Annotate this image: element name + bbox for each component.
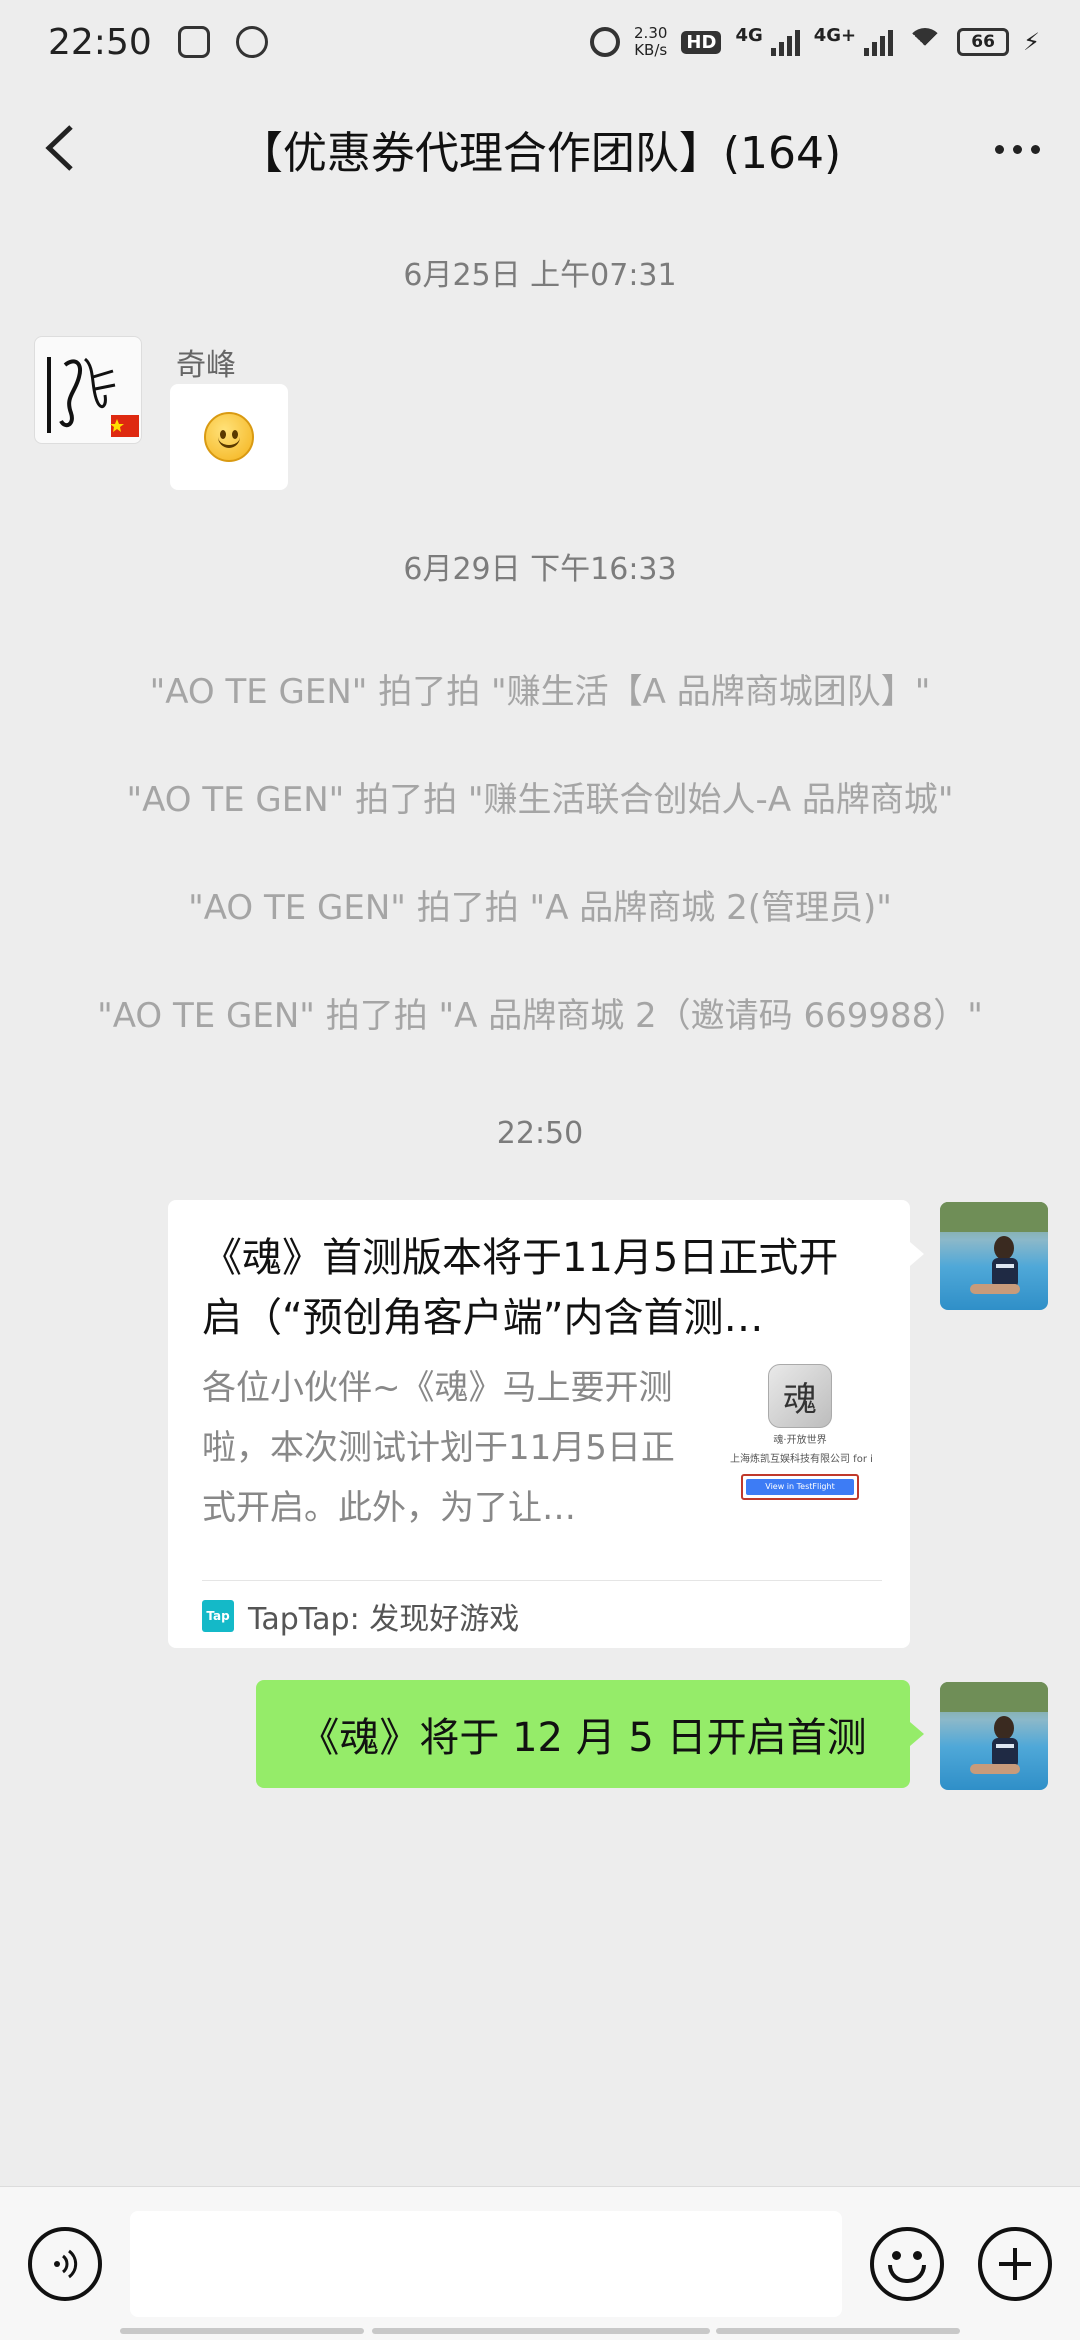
status-bar: 22:50 2.30 KB/s HD 4G 4G+ 66 ⚡ [0,0,1080,84]
thumbnail-app-name: 魂·开放世界 [773,1435,827,1446]
text-message-bubble[interactable]: 《魂》将于 12 月 5 日开启首测 [256,1680,924,1788]
link-card-title: 《魂》首测版本将于11月5日正式开启（“预创角客户端”内含首测… [202,1235,839,1341]
more-options-button[interactable] [982,124,1052,174]
nav-gesture-bar [120,2328,364,2334]
calligraphy-avatar-icon [47,357,139,437]
message-input[interactable] [130,2211,842,2317]
pat-system-message: "AO TE GEN" 拍了拍 "赚生活联合创始人-A 品牌商城" [126,780,954,820]
emoji-message-bubble[interactable] [170,384,288,490]
charging-icon: ⚡ [1023,28,1040,56]
timestamp: 22:50 [496,1116,584,1151]
alarm-icon [590,27,621,57]
my-avatar[interactable] [940,1682,1048,1790]
link-card-message[interactable]: 《魂》首测版本将于11月5日正式开启（“预创角客户端”内含首测… 各位小伙伴~《… [168,1200,924,1648]
network-speed: 2.30 KB/s [634,25,667,59]
back-button[interactable] [30,118,90,178]
more-dot-icon [1012,144,1022,154]
wifi-icon [907,28,943,56]
signal-icon [770,28,800,56]
game-app-icon: 魂 [768,1364,832,1428]
sim2-label: 4G+ [813,25,857,46]
status-time: 22:50 [48,21,152,63]
smiley-emoji-icon [204,412,254,462]
sender-name: 奇峰 [176,348,236,383]
notification-app-icon [177,26,210,58]
nav-gesture-bar [372,2328,710,2334]
link-card-source: Tap TapTap: 发现好游戏 [202,1594,519,1638]
my-avatar[interactable] [940,1202,1048,1310]
more-functions-plus-button[interactable] [978,2227,1052,2301]
sim1-label: 4G [735,25,763,46]
pat-system-message: "AO TE GEN" 拍了拍 "赚生活【A 品牌商城团队】" [149,672,931,712]
hd-voice-icon: HD [681,30,722,54]
chevron-left-icon [45,125,73,171]
card-divider [202,1580,882,1581]
network-speed-unit: KB/s [634,41,668,59]
nav-gesture-bar [716,2328,960,2334]
timestamp: 6月29日 下午16:33 [403,552,677,587]
emoji-eye [913,2251,922,2260]
chat-title: 【优惠券代理合作团队】(164) [238,128,842,179]
pool-photo-avatar-icon [940,1682,1048,1774]
more-dot-icon [1030,144,1040,154]
thumbnail-publisher: 上海炼凯互娱科技有限公司 for i [730,1454,873,1465]
timestamp: 6月25日 上午07:31 [403,258,677,293]
voice-input-button[interactable] [28,2227,102,2301]
link-card-source-label: TapTap: 发现好游戏 [248,1602,520,1637]
notification-app-icon-2 [235,26,268,58]
pat-system-message: "AO TE GEN" 拍了拍 "A 品牌商城 2(管理员)" [188,888,892,928]
link-card-thumbnail: 魂 魂·开放世界 上海炼凯互娱科技有限公司 for i View in Test… [730,1364,873,1504]
input-bar [0,2186,1080,2340]
chat-header: 【优惠券代理合作团队】(164) [0,84,1080,214]
signal-icon-2 [864,28,894,56]
thumbnail-button-label: View in TestFlight [746,1479,854,1495]
more-dot-icon [994,144,1004,154]
thumbnail-button: View in TestFlight [741,1474,859,1500]
taptap-icon: Tap [202,1600,234,1632]
emoji-button[interactable] [870,2227,944,2301]
link-card-description: 各位小伙伴~《魂》马上要开测啦，本次测试计划于11月5日正式开启。此外，为了让… [202,1368,675,1528]
emoji-eye [892,2251,901,2260]
voice-icon [54,2249,78,2279]
battery-icon: 66 [957,28,1010,56]
network-speed-value: 2.30 [634,24,668,42]
avatar[interactable] [34,336,142,444]
emoji-mouth [888,2265,926,2283]
pat-system-message: "AO TE GEN" 拍了拍 "A 品牌商城 2（邀请码 669988）" [97,996,983,1036]
pool-photo-avatar-icon [940,1202,1048,1294]
